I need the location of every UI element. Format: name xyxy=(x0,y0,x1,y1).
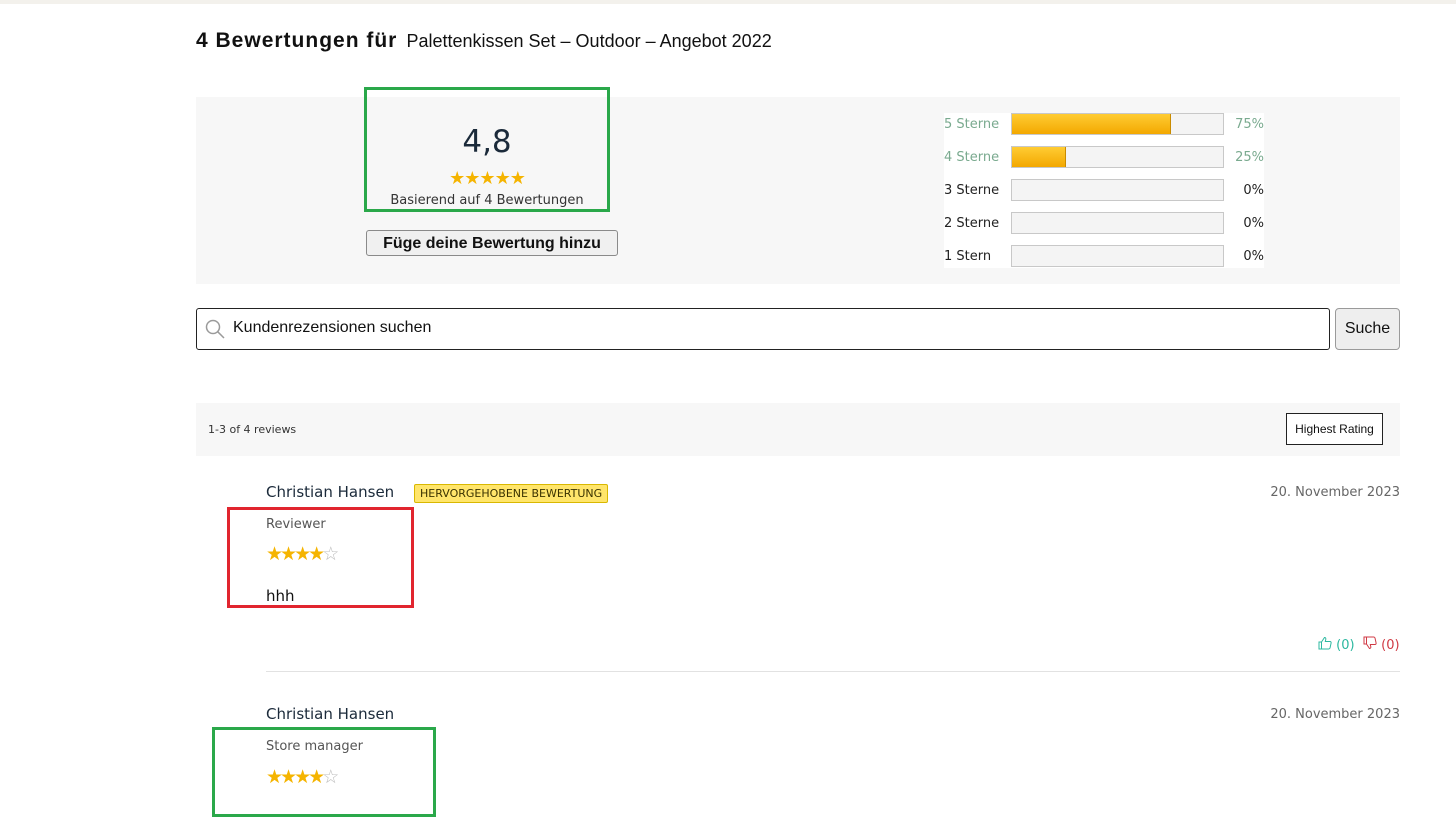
reviews-heading: 4 Bewertungen für Palettenkissen Set – O… xyxy=(196,29,772,53)
review-count-text: 1-3 of 4 reviews xyxy=(208,423,297,436)
rating-distribution: 5 Sterne 75% 4 Sterne 25% 3 Sterne 0% 2 … xyxy=(944,113,1264,268)
review-author: Christian Hansen xyxy=(266,705,395,723)
distribution-percent: 25% xyxy=(1235,150,1264,165)
top-border xyxy=(0,0,1456,4)
distribution-bar xyxy=(1011,212,1224,234)
distribution-row-5[interactable]: 5 Sterne 75% xyxy=(944,113,1264,135)
thumbs-down-icon xyxy=(1363,636,1377,650)
featured-review-badge: HERVORGEHOBENE BEWERTUNG xyxy=(414,484,609,503)
reviews-count-title: 4 Bewertungen für xyxy=(196,29,398,52)
review-author: Christian Hansen xyxy=(266,483,395,501)
average-rating-box: 4,8 ★★★★★ Basierend auf 4 Bewertungen xyxy=(364,87,610,212)
distribution-label: 2 Sterne xyxy=(944,216,1000,231)
review-list-toolbar xyxy=(196,403,1400,456)
helpful-up-button[interactable]: (0) xyxy=(1318,636,1355,653)
search-placeholder: Kundenrezensionen suchen xyxy=(233,319,432,336)
distribution-bar xyxy=(1011,245,1224,267)
distribution-row-1: 1 Stern 0% xyxy=(944,245,1264,267)
distribution-row-3: 3 Sterne 0% xyxy=(944,179,1264,201)
helpful-down-button[interactable]: (0) xyxy=(1363,636,1400,653)
distribution-label: 3 Sterne xyxy=(944,183,1000,198)
distribution-bar xyxy=(1011,146,1224,168)
add-review-button[interactable]: Füge deine Bewertung hinzu xyxy=(366,230,618,256)
distribution-bar-fill xyxy=(1012,114,1171,134)
review-date: 20. November 2023 xyxy=(1270,707,1400,722)
distribution-row-2: 2 Sterne 0% xyxy=(944,212,1264,234)
average-rating-value: 4,8 xyxy=(462,124,512,160)
search-icon xyxy=(204,318,226,340)
distribution-percent: 0% xyxy=(1243,216,1264,231)
review-date: 20. November 2023 xyxy=(1270,485,1400,500)
highlight-box-green xyxy=(212,727,436,817)
distribution-percent: 75% xyxy=(1235,117,1264,132)
distribution-bar-fill xyxy=(1012,147,1066,167)
helpful-down-count: (0) xyxy=(1381,638,1400,653)
distribution-label: 1 Stern xyxy=(944,249,992,264)
distribution-percent: 0% xyxy=(1243,249,1264,264)
helpful-up-count: (0) xyxy=(1336,638,1355,653)
sort-select[interactable]: Highest Rating xyxy=(1286,413,1383,445)
review-divider xyxy=(266,671,1400,672)
search-button[interactable]: Suche xyxy=(1335,308,1400,350)
based-on-count: Basierend auf 4 Bewertungen xyxy=(390,193,584,208)
distribution-bar xyxy=(1011,179,1224,201)
highlight-box-red xyxy=(227,507,414,608)
distribution-percent: 0% xyxy=(1243,183,1264,198)
product-name: Palettenkissen Set – Outdoor – Angebot 2… xyxy=(406,31,772,51)
distribution-row-4[interactable]: 4 Sterne 25% xyxy=(944,146,1264,168)
thumbs-up-icon xyxy=(1318,636,1332,650)
distribution-label: 5 Sterne xyxy=(944,117,1000,132)
average-rating-stars: ★★★★★ xyxy=(449,168,526,189)
distribution-bar xyxy=(1011,113,1224,135)
distribution-label: 4 Sterne xyxy=(944,150,1000,165)
